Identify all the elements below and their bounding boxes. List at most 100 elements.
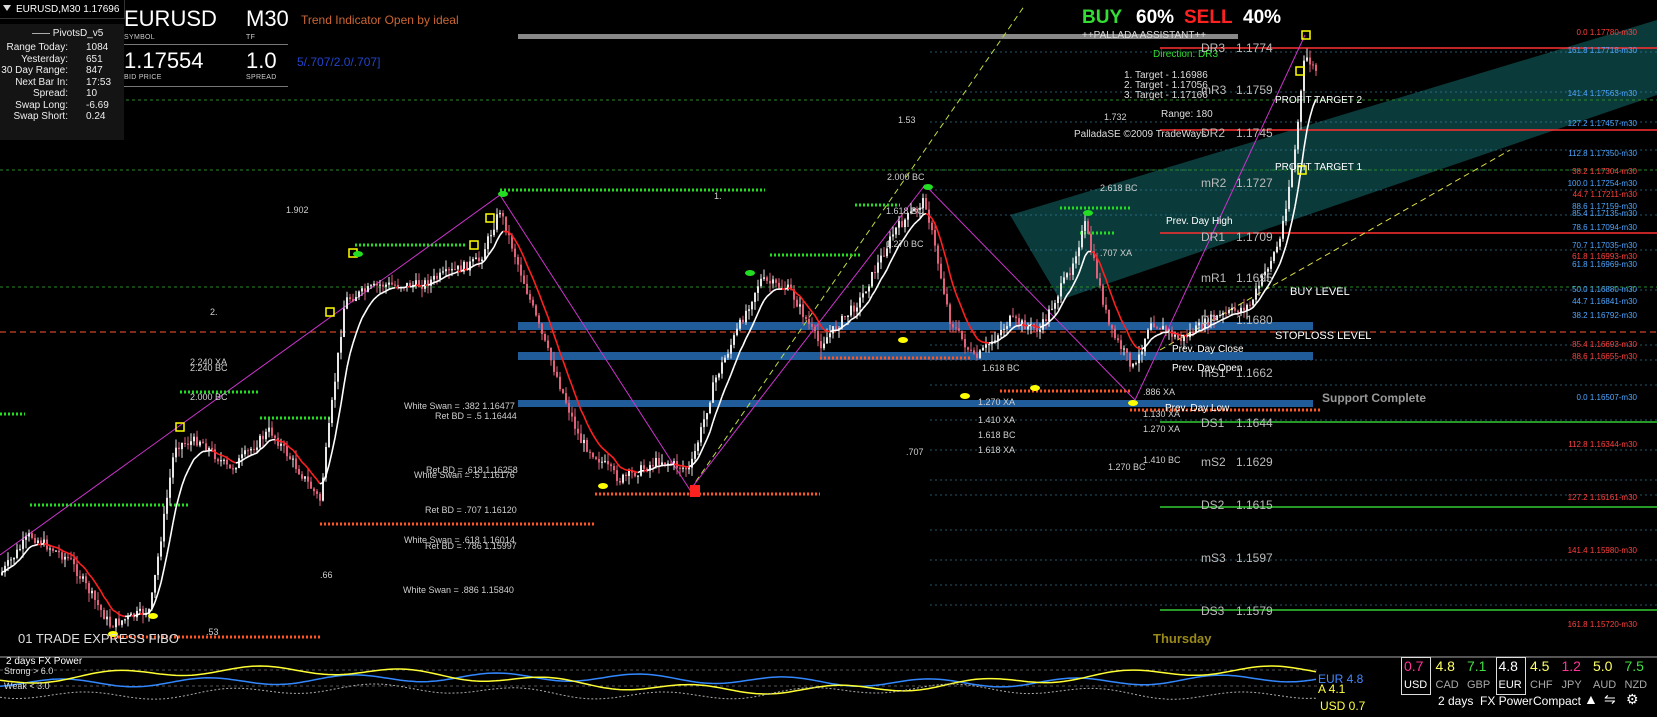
candle-body: [1000, 329, 1002, 336]
sync-icon[interactable]: ⇋: [1604, 692, 1616, 706]
candle-body: [1174, 334, 1176, 337]
candle-body: [382, 284, 384, 287]
candle-body: [31, 533, 33, 538]
moving-average-segment: [388, 287, 393, 291]
candle-body: [250, 448, 252, 451]
candle-body: [634, 472, 636, 477]
candle-body: [1081, 230, 1083, 248]
moving-average-segment: [493, 240, 498, 248]
usd-tag: USD 0.7: [1320, 699, 1366, 713]
fib-level-label: 141.4 1.17563-m30: [1567, 89, 1637, 98]
candle-body: [367, 286, 369, 292]
chart-title-bar[interactable]: EURUSD,M30 1.17696: [0, 0, 125, 19]
candle-body: [850, 305, 852, 316]
fib-level-label: 70.7 1.17035-m30: [1572, 241, 1637, 250]
chevron-down-icon[interactable]: [3, 5, 11, 11]
arrow-up-icon[interactable]: ▲: [1584, 692, 1598, 706]
candle-body: [283, 443, 285, 446]
candle-body: [346, 297, 348, 309]
pivot-info-label: 30 Day Range:: [1, 65, 68, 76]
moving-average-segment: [91, 577, 96, 583]
mode-2days-button[interactable]: 2 days: [1438, 695, 1473, 707]
candle-body: [259, 435, 261, 448]
candle-body: [808, 318, 810, 325]
moving-average-segment: [763, 296, 768, 301]
moving-average-segment: [160, 568, 165, 583]
candle-body: [1225, 312, 1227, 314]
candle-body: [1078, 247, 1080, 257]
candle-body: [1096, 258, 1098, 279]
candle-body: [1069, 273, 1071, 275]
candle-body: [1021, 320, 1023, 325]
candle-body: [265, 431, 267, 440]
candle-body: [1099, 278, 1101, 286]
moving-average-segment: [601, 447, 606, 451]
chart-annotation: 1.53: [898, 115, 916, 125]
candle-body: [1012, 315, 1014, 317]
candle-body: [58, 550, 60, 553]
moving-average-segment: [556, 343, 561, 353]
candle-body: [652, 465, 654, 467]
candle-body: [79, 576, 81, 579]
candle-body: [1087, 221, 1089, 234]
chart-annotation: 2.: [210, 307, 218, 317]
candle-body: [586, 439, 588, 452]
settings-icon[interactable]: ⚙: [1626, 692, 1639, 706]
candle-body: [709, 402, 711, 414]
candle-body: [853, 305, 855, 312]
moving-average-segment: [871, 290, 876, 296]
mode-fxpower-button[interactable]: FX Power: [1480, 695, 1533, 707]
moving-average-segment: [700, 445, 705, 453]
candle-body: [349, 297, 351, 300]
candle-body: [835, 326, 837, 330]
candle-body: [1198, 322, 1200, 326]
moving-average-segment: [103, 596, 108, 602]
moving-average-segment: [544, 309, 549, 318]
moving-average-segment: [904, 231, 909, 238]
chart-annotation: 1.618 BC: [982, 363, 1020, 373]
moving-average-segment: [1222, 317, 1227, 320]
candle-body: [934, 230, 936, 246]
candle-body: [175, 447, 177, 458]
candle-body: [523, 275, 525, 284]
chart-annotation: 2.240 BC: [190, 363, 228, 373]
candle-body: [556, 371, 558, 377]
candle-body: [493, 229, 495, 236]
candle-body: [1228, 310, 1230, 314]
candle-body: [55, 550, 57, 552]
currency-name: AUD: [1593, 679, 1617, 691]
candle-body: [112, 626, 114, 628]
pivot-info-value: 1084: [86, 42, 109, 53]
candle-body: [988, 344, 990, 346]
candle-body: [328, 423, 330, 448]
candle-body: [805, 317, 807, 319]
pivots-panel-title: PivotsD_v5: [32, 29, 103, 39]
trend-indicator-label: Trend Indicator Open by ideal: [301, 13, 459, 27]
candle-body: [565, 393, 567, 403]
candle-body: [1075, 256, 1077, 264]
moving-average-segment: [100, 591, 105, 598]
candle-body: [685, 467, 687, 470]
candle-body: [847, 315, 849, 317]
candle-body: [757, 286, 759, 293]
candle-body: [448, 269, 450, 271]
candle-body: [139, 608, 141, 611]
candle-body: [925, 198, 927, 210]
candle-body: [844, 315, 846, 317]
moving-average-segment: [943, 251, 948, 263]
window-title: EURUSD,M30 1.17696: [16, 4, 120, 15]
moving-average-segment: [649, 468, 654, 471]
candle-body: [394, 284, 396, 286]
fib-level-label: 112.8 1.16344-m30: [1568, 440, 1637, 449]
mode-compact-button[interactable]: Compact: [1533, 695, 1581, 707]
moving-average-segment: [349, 343, 354, 355]
trade-express-label: 01 TRADE EXPRESS FIBO: [18, 631, 179, 646]
moving-average-segment: [97, 586, 102, 592]
candle-body: [355, 297, 357, 302]
candle-body: [643, 465, 645, 469]
price-chart[interactable]: [0, 0, 1657, 656]
moving-average-segment: [220, 454, 225, 457]
chart-window[interactable]: EURUSD,M30 1.17696 PivotsD_v5 Range Toda…: [0, 0, 1657, 717]
candle-body: [391, 282, 393, 285]
candle-body: [106, 616, 108, 620]
